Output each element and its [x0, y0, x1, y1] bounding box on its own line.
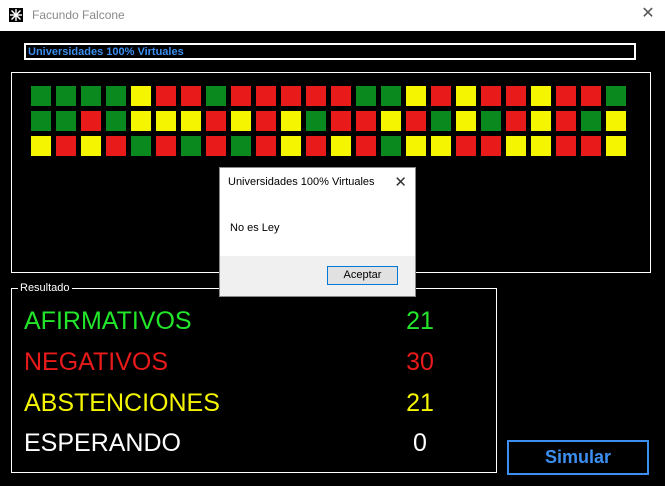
seat-afirmativo	[181, 136, 201, 156]
window-title: Facundo Falcone	[32, 8, 125, 22]
seat-abstencion	[131, 111, 151, 131]
result-legend: Resultado	[18, 282, 72, 294]
seat-negativo	[506, 111, 526, 131]
seat-negativo	[256, 136, 276, 156]
seat-afirmativo	[131, 136, 151, 156]
seat-abstencion	[281, 111, 301, 131]
seat-afirmativo	[606, 86, 626, 106]
seat-negativo	[581, 136, 601, 156]
seat-afirmativo	[431, 111, 451, 131]
seat-negativo	[481, 86, 501, 106]
seat-negativo	[206, 136, 226, 156]
seat-negativo	[281, 86, 301, 106]
seat-negativo	[156, 86, 176, 106]
dialog-footer: Aceptar	[220, 256, 415, 296]
title-bar: Facundo Falcone ✕	[0, 0, 665, 31]
seat-abstencion	[31, 136, 51, 156]
afirmativos-value: 21	[406, 307, 434, 335]
close-icon[interactable]: ✕	[639, 5, 657, 23]
seat-negativo	[206, 111, 226, 131]
seat-afirmativo	[306, 111, 326, 131]
seat-negativo	[256, 111, 276, 131]
seat-negativo	[56, 136, 76, 156]
aceptar-button[interactable]: Aceptar	[327, 266, 398, 285]
seat-negativo	[356, 136, 376, 156]
seat-negativo	[181, 86, 201, 106]
abstenciones-value: 21	[406, 389, 434, 417]
seat-abstencion	[131, 86, 151, 106]
topic-label: Universidades 100% Virtuales	[28, 46, 184, 58]
seat-negativo	[231, 86, 251, 106]
seat-abstencion	[456, 86, 476, 106]
seat-abstencion	[156, 111, 176, 131]
seat-negativo	[581, 86, 601, 106]
seat-negativo	[506, 86, 526, 106]
topic-banner: Universidades 100% Virtuales	[24, 43, 636, 60]
seat-abstencion	[331, 136, 351, 156]
seat-afirmativo	[381, 136, 401, 156]
seat-abstencion	[281, 136, 301, 156]
seat-afirmativo	[56, 86, 76, 106]
seat-negativo	[556, 111, 576, 131]
seat-afirmativo	[481, 111, 501, 131]
seat-negativo	[456, 136, 476, 156]
seat-negativo	[306, 86, 326, 106]
seat-negativo	[431, 86, 451, 106]
abstenciones-label: ABSTENCIONES	[24, 389, 220, 417]
seat-afirmativo	[206, 86, 226, 106]
seat-abstencion	[431, 136, 451, 156]
seat-negativo	[331, 86, 351, 106]
afirmativos-label: AFIRMATIVOS	[24, 307, 192, 335]
seat-afirmativo	[581, 111, 601, 131]
seat-abstencion	[181, 111, 201, 131]
seat-afirmativo	[106, 86, 126, 106]
seat-afirmativo	[31, 86, 51, 106]
seat-negativo	[556, 136, 576, 156]
esperando-label: ESPERANDO	[24, 429, 181, 457]
message-dialog: Universidades 100% Virtuales ✕ No es Ley…	[219, 167, 416, 297]
seat-negativo	[306, 136, 326, 156]
seat-abstencion	[406, 136, 426, 156]
seat-afirmativo	[356, 86, 376, 106]
seat-negativo	[81, 111, 101, 131]
seat-afirmativo	[31, 111, 51, 131]
seat-abstencion	[531, 86, 551, 106]
seat-negativo	[156, 136, 176, 156]
seat-abstencion	[531, 136, 551, 156]
dialog-title: Universidades 100% Virtuales	[228, 176, 375, 188]
simular-button[interactable]: Simular	[507, 440, 649, 475]
seat-negativo	[556, 86, 576, 106]
seat-abstencion	[606, 136, 626, 156]
snowflake-icon	[9, 8, 23, 22]
dialog-message: No es Ley	[230, 222, 280, 234]
seat-abstencion	[406, 86, 426, 106]
negativos-value: 30	[406, 348, 434, 376]
seat-abstencion	[231, 111, 251, 131]
negativos-label: NEGATIVOS	[24, 348, 169, 376]
seat-abstencion	[506, 136, 526, 156]
dialog-close-icon[interactable]: ✕	[394, 173, 407, 191]
seat-afirmativo	[381, 86, 401, 106]
seat-negativo	[356, 111, 376, 131]
seat-abstencion	[381, 111, 401, 131]
seat-negativo	[256, 86, 276, 106]
seat-abstencion	[81, 136, 101, 156]
esperando-value: 0	[413, 429, 427, 457]
seat-afirmativo	[56, 111, 76, 131]
seat-negativo	[406, 111, 426, 131]
seat-abstencion	[606, 111, 626, 131]
seat-abstencion	[456, 111, 476, 131]
seat-negativo	[106, 136, 126, 156]
seat-abstencion	[531, 111, 551, 131]
seat-afirmativo	[106, 111, 126, 131]
seat-afirmativo	[231, 136, 251, 156]
seat-afirmativo	[81, 86, 101, 106]
seat-negativo	[481, 136, 501, 156]
seat-negativo	[331, 111, 351, 131]
